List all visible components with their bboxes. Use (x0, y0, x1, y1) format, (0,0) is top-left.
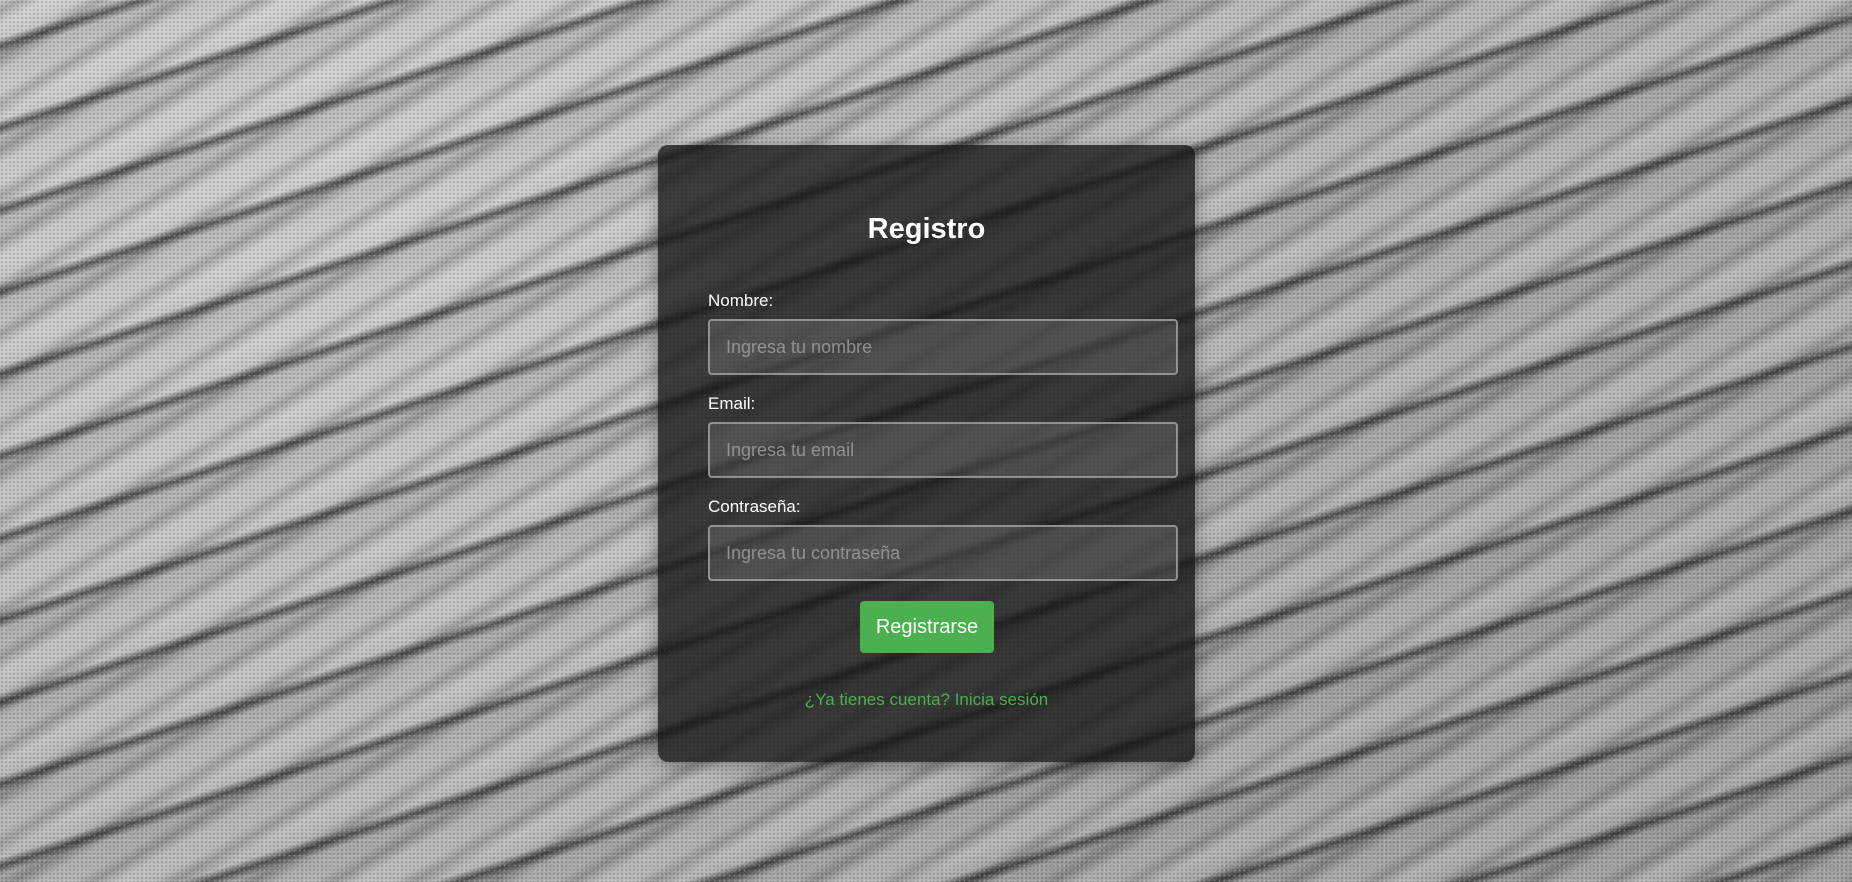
register-card: Registro Nombre: Email: Contraseña: Regi… (658, 145, 1195, 762)
password-input[interactable] (708, 525, 1178, 581)
email-input[interactable] (708, 422, 1178, 478)
name-input[interactable] (708, 319, 1178, 375)
email-label: Email: (708, 394, 756, 413)
form-title: Registro (867, 213, 986, 245)
password-label: Contraseña: (708, 497, 801, 516)
name-label: Nombre: (708, 291, 774, 310)
login-link[interactable]: ¿Ya tienes cuenta? Inicia sesión (658, 690, 1195, 710)
register-button[interactable]: Registrarse (860, 601, 994, 653)
